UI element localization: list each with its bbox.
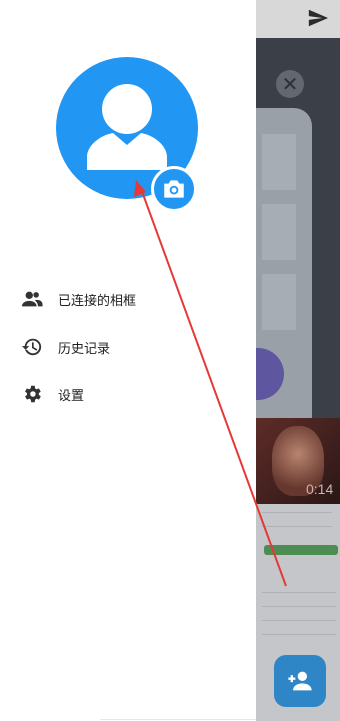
menu-item-settings[interactable]: 设置	[20, 376, 240, 412]
background-block	[262, 204, 296, 260]
background-line	[262, 512, 332, 513]
camera-icon	[164, 180, 184, 198]
background-line	[262, 620, 336, 621]
menu-item-label: 已连接的相框	[58, 293, 137, 309]
gear-icon	[20, 382, 44, 406]
background-line	[262, 592, 336, 593]
people-icon	[20, 287, 44, 311]
menu-item-history[interactable]: 历史记录	[20, 329, 240, 365]
background-line	[262, 606, 336, 607]
menu-item-label: 设置	[58, 388, 85, 404]
menu-item-connected-frames[interactable]: 已连接的相框	[20, 281, 240, 317]
add-contact-button[interactable]	[274, 655, 326, 707]
video-duration: 0:14	[306, 481, 334, 497]
change-avatar-camera-button[interactable]	[151, 166, 197, 212]
background-block	[262, 274, 296, 330]
navigation-drawer: 已连接的相框 历史记录 设置	[0, 0, 256, 721]
menu-item-label: 历史记录	[58, 341, 111, 357]
background-green-button[interactable]	[264, 545, 338, 555]
background-line	[262, 634, 336, 635]
background-block	[262, 134, 296, 190]
history-icon	[20, 335, 44, 359]
divider	[100, 719, 256, 720]
close-icon[interactable]: ✕	[276, 70, 304, 98]
add-person-icon	[288, 671, 312, 691]
background-line	[262, 526, 332, 527]
send-icon[interactable]	[307, 7, 329, 29]
